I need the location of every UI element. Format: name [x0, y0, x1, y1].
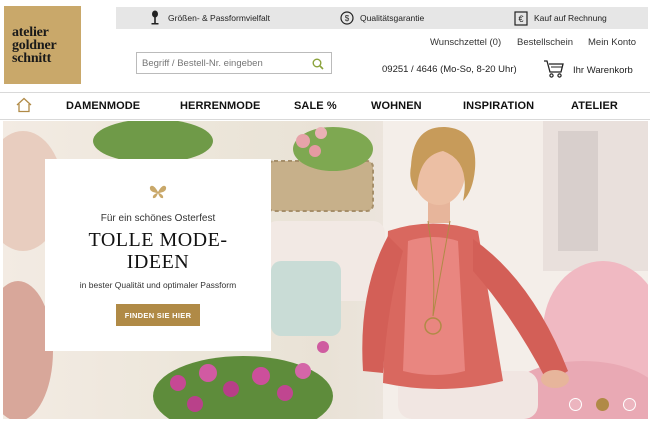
slider-dot-1[interactable]: [569, 398, 582, 411]
quality-seal-icon: $: [340, 10, 354, 26]
brand-logo[interactable]: atelier goldner schnitt: [4, 6, 81, 84]
usp-text-invoice: Kauf auf Rechnung: [534, 13, 607, 23]
usp-text-sizes: Größen- & Passformvielfalt: [168, 13, 271, 23]
svg-text:€: €: [518, 14, 523, 24]
butterfly-icon: [149, 185, 167, 204]
hotline-phone: 09251 / 4646 (Mo-So, 8-20 Uhr): [382, 64, 517, 75]
search-box: [136, 52, 332, 74]
my-account-link[interactable]: Mein Konto: [588, 37, 636, 48]
hero-title: TOLLE MODE- IDEEN: [45, 229, 271, 273]
logo-line-3: schnitt: [12, 50, 52, 66]
usp-text-quality: Qualitätsgarantie: [360, 13, 425, 23]
cart-link[interactable]: Ihr Warenkorb: [543, 59, 633, 82]
dress-form-icon: [148, 10, 162, 26]
usp-item-quality[interactable]: $ Qualitätsgarantie: [340, 7, 424, 29]
shopping-cart-icon: [543, 59, 565, 82]
search-icon[interactable]: [312, 57, 324, 75]
hero-cta-button[interactable]: FINDEN SIE HIER: [116, 304, 200, 326]
logo-line-2: goldner: [12, 37, 57, 53]
nav-wohnen[interactable]: WOHNEN: [371, 100, 422, 112]
euro-invoice-icon: €: [514, 10, 528, 26]
order-form-link[interactable]: Bestellschein: [517, 37, 573, 48]
usp-item-sizes[interactable]: Größen- & Passformvielfalt: [148, 7, 270, 29]
nav-atelier[interactable]: ATELIER: [571, 100, 618, 112]
cart-label: Ihr Warenkorb: [573, 65, 633, 76]
wishlist-link[interactable]: Wunschzettel (0): [430, 37, 501, 48]
usp-bar: Größen- & Passformvielfalt $ Qualitätsga…: [116, 7, 648, 29]
hero-title-line-2: IDEEN: [126, 251, 190, 273]
main-nav: DAMENMODE HERRENMODE SALE % WOHNEN INSPI…: [0, 92, 650, 120]
nav-inspiration[interactable]: INSPIRATION: [463, 100, 534, 112]
svg-text:$: $: [345, 14, 350, 23]
nav-damenmode[interactable]: DAMENMODE: [66, 100, 140, 112]
hero-description: in bester Qualität und optimaler Passfor…: [79, 280, 237, 290]
slider-dot-3[interactable]: [623, 398, 636, 411]
slider-dot-2[interactable]: [596, 398, 609, 411]
search-input[interactable]: [142, 57, 302, 69]
hero-title-line-1: TOLLE MODE-: [88, 229, 228, 251]
nav-herrenmode[interactable]: HERRENMODE: [180, 100, 260, 112]
hero-banner[interactable]: Für ein schönes Osterfest TOLLE MODE- ID…: [3, 121, 648, 419]
hero-subtitle: Für ein schönes Osterfest: [100, 213, 216, 224]
slider-dots: [569, 398, 636, 411]
nav-sale[interactable]: SALE %: [294, 100, 337, 112]
usp-item-invoice[interactable]: € Kauf auf Rechnung: [514, 7, 607, 29]
hero-promo-card: Für ein schönes Osterfest TOLLE MODE- ID…: [45, 159, 271, 351]
logo-line-1: atelier: [12, 24, 49, 40]
home-icon[interactable]: [15, 97, 33, 118]
